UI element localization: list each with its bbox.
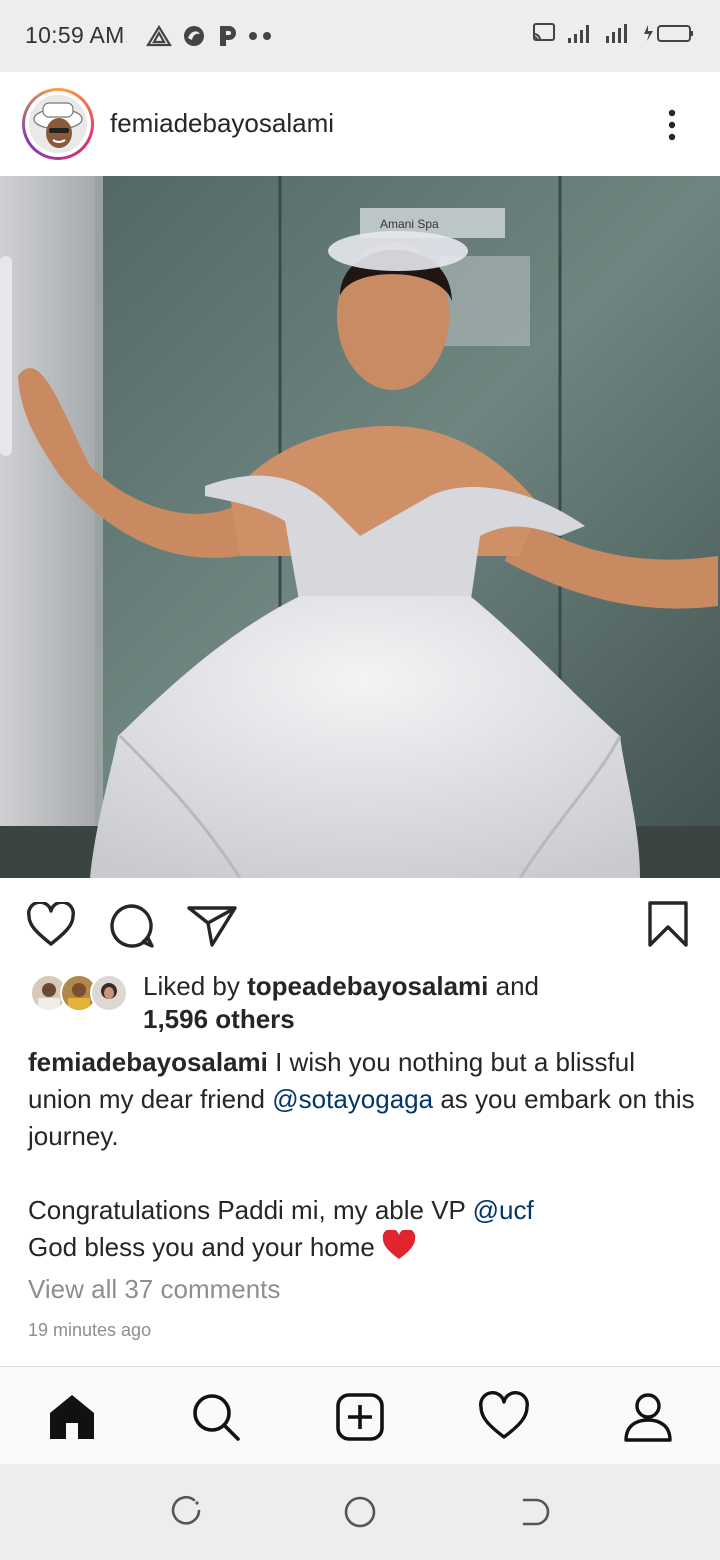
more-options-icon[interactable] bbox=[662, 108, 682, 142]
signal-icon bbox=[568, 25, 589, 43]
search-icon[interactable] bbox=[190, 1391, 242, 1443]
liked-prefix: Liked by bbox=[143, 971, 248, 1001]
back-icon[interactable] bbox=[516, 1494, 552, 1530]
liker-username[interactable]: topeadebayosalami bbox=[247, 971, 488, 1001]
recents-icon[interactable] bbox=[168, 1494, 204, 1530]
sign-text: Amani Spa bbox=[380, 217, 439, 231]
status-bar: 10:59 AM bbox=[0, 0, 720, 72]
post-caption: femiadebayosalami I wish you nothing but… bbox=[28, 1044, 698, 1270]
system-nav-bar bbox=[0, 1464, 720, 1560]
like-heart-icon[interactable] bbox=[26, 902, 76, 948]
share-icon[interactable] bbox=[186, 904, 238, 948]
status-left-icons bbox=[146, 24, 274, 48]
home-circle-icon[interactable] bbox=[342, 1494, 378, 1530]
likes-count[interactable]: 1,596 others bbox=[143, 1004, 295, 1034]
activity-heart-icon[interactable] bbox=[478, 1391, 530, 1443]
mention-link[interactable]: @ucf bbox=[473, 1195, 534, 1225]
heart-emoji bbox=[382, 1228, 416, 1270]
data-signal-icon bbox=[606, 24, 627, 43]
cast-icon bbox=[533, 23, 555, 41]
mention-link[interactable]: @sotayogaga bbox=[272, 1084, 433, 1114]
battery-charging-icon bbox=[644, 25, 693, 42]
view-comments-link[interactable]: View all 37 comments bbox=[28, 1274, 280, 1305]
profile-icon[interactable] bbox=[622, 1391, 674, 1443]
p-icon bbox=[220, 26, 236, 46]
caption-text: Congratulations Paddi mi, my able VP bbox=[28, 1195, 473, 1225]
likes-row[interactable]: Liked by topeadebayosalami and 1,596 oth… bbox=[30, 968, 710, 1040]
post-header: femiadebayosalami bbox=[0, 72, 720, 176]
caption-username[interactable]: femiadebayosalami bbox=[28, 1047, 268, 1077]
new-post-icon[interactable] bbox=[334, 1391, 386, 1443]
caption-text: God bless you and your home bbox=[28, 1232, 383, 1262]
status-time: 10:59 AM bbox=[25, 22, 125, 48]
post-username[interactable]: femiadebayosalami bbox=[110, 108, 334, 139]
app-icon bbox=[184, 26, 204, 46]
liked-conjunction: and bbox=[488, 971, 539, 1001]
triangle-icon bbox=[146, 25, 172, 47]
story-ring[interactable] bbox=[22, 88, 94, 160]
more-dots-icon bbox=[249, 32, 271, 40]
liked-by-text[interactable]: Liked by topeadebayosalami and 1,596 oth… bbox=[143, 970, 539, 1036]
bottom-nav bbox=[0, 1366, 720, 1465]
post-photo[interactable]: Amani Spa bbox=[0, 176, 720, 878]
liker-avatar bbox=[90, 974, 128, 1012]
comment-icon[interactable] bbox=[108, 902, 156, 950]
home-icon[interactable] bbox=[46, 1391, 98, 1443]
status-right-icons bbox=[532, 22, 694, 44]
save-bookmark-icon[interactable] bbox=[646, 900, 690, 948]
post-timestamp: 19 minutes ago bbox=[28, 1320, 152, 1340]
avatar[interactable] bbox=[29, 95, 87, 153]
post-actions bbox=[0, 878, 720, 968]
liker-avatars bbox=[30, 974, 130, 1012]
